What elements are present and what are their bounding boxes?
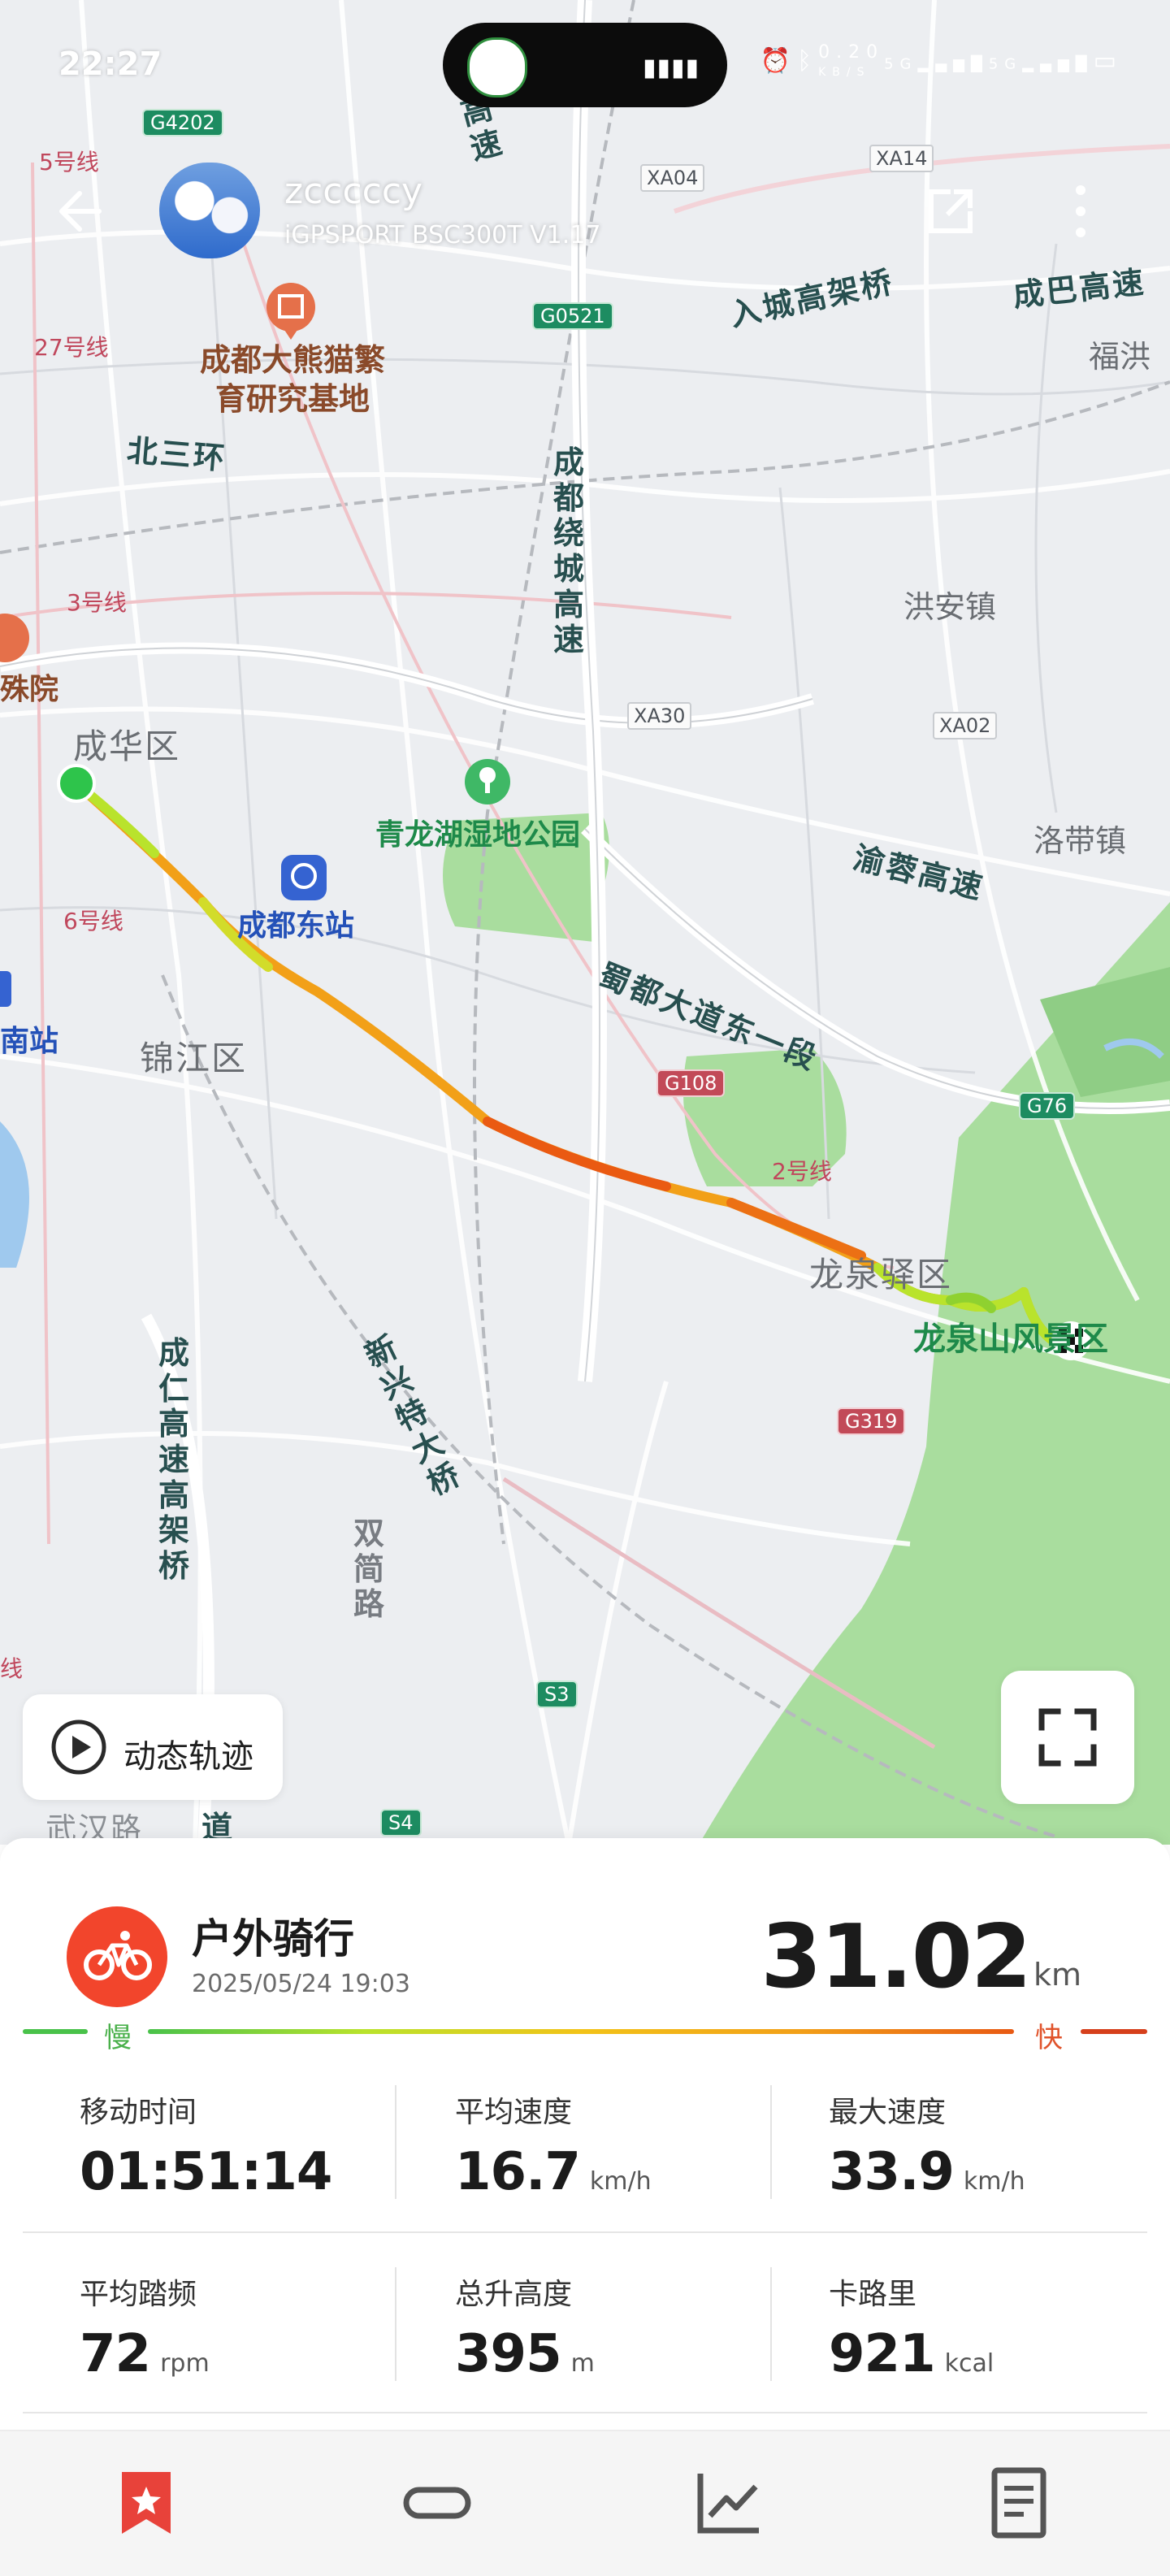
distance-unit: km bbox=[1034, 1957, 1082, 1993]
highway-shield: G76 bbox=[1019, 1092, 1076, 1120]
share-icon[interactable] bbox=[918, 179, 983, 244]
divider bbox=[395, 2085, 396, 2199]
poi-railway-station[interactable]: 成都东站 bbox=[237, 912, 354, 941]
scale-fast-label: 快 bbox=[1035, 2022, 1063, 2054]
town-label: 洛带镇 bbox=[1034, 823, 1127, 859]
road-label-vertical: 成都绕城高速 bbox=[552, 445, 584, 658]
county-road-shield: XA14 bbox=[869, 145, 934, 172]
highway-shield: G108 bbox=[656, 1069, 726, 1097]
document-icon[interactable] bbox=[978, 2462, 1060, 2543]
town-label: 洪安镇 bbox=[904, 589, 997, 625]
fullscreen-icon bbox=[1038, 1708, 1097, 1767]
stat-label: 最大速度 bbox=[829, 2096, 947, 2129]
poi-hospital-partial: 殊院 bbox=[0, 673, 59, 706]
highway-shield: G0521 bbox=[532, 302, 613, 330]
poi-panda-base[interactable]: 成都大熊猫繁育研究基地 bbox=[187, 341, 398, 418]
town-label: 福洪 bbox=[1089, 339, 1151, 375]
metro-line-label: 2号线 bbox=[772, 1158, 832, 1185]
metro-line-label: 27号线 bbox=[34, 334, 109, 361]
fullscreen-button[interactable] bbox=[1001, 1671, 1134, 1804]
replay-track-button[interactable]: 动态轨迹 bbox=[23, 1694, 283, 1800]
stat-value: 33.9 bbox=[829, 2142, 955, 2202]
stat-avg-speed: 平均速度 16.7 km/h bbox=[455, 2088, 812, 2202]
park-pin bbox=[465, 759, 510, 804]
stat-elevation-gain: 总升高度 395 m bbox=[455, 2270, 812, 2384]
stat-max-speed: 最大速度 33.9 km/h bbox=[829, 2088, 1154, 2202]
divider bbox=[23, 2231, 1147, 2233]
divider bbox=[23, 2412, 1147, 2413]
road-label: 北三环 bbox=[125, 432, 228, 477]
bookmark-icon[interactable] bbox=[106, 2462, 187, 2543]
scale-bar-slow bbox=[23, 2029, 88, 2034]
scale-bar-gradient bbox=[148, 2029, 1014, 2034]
highway-shield: G319 bbox=[837, 1407, 906, 1435]
activity-date: 2025/05/24 19:03 bbox=[192, 1970, 410, 1998]
road-label-vertical: 双简路 bbox=[353, 1516, 384, 1623]
poi-scenic-area[interactable]: 龙泉山风景区 bbox=[913, 1323, 1108, 1355]
highway-shield: S3 bbox=[536, 1680, 578, 1708]
county-road-shield: XA02 bbox=[933, 712, 998, 739]
stat-value: 16.7 bbox=[455, 2142, 581, 2202]
stat-unit: rpm bbox=[160, 2349, 210, 2378]
metro-line-label: 3号线 bbox=[67, 589, 127, 616]
back-arrow-icon[interactable] bbox=[49, 179, 114, 244]
chart-icon[interactable] bbox=[687, 2462, 769, 2543]
route-map[interactable]: 成华区 锦江区 龙泉驿区 洪安镇 洛带镇 福洪 入城高架桥 成巴高速 北三环 渝… bbox=[0, 0, 1170, 1845]
stat-value: 72 bbox=[80, 2324, 151, 2384]
stat-label: 总升高度 bbox=[455, 2278, 573, 2311]
stat-unit: km/h bbox=[963, 2167, 1025, 2196]
start-marker bbox=[57, 764, 96, 803]
stat-moving-time: 移动时间 01:51:14 bbox=[80, 2088, 437, 2202]
stat-unit: kcal bbox=[944, 2349, 994, 2378]
highway-shield: S4 bbox=[380, 1809, 422, 1837]
scale-slow-label: 慢 bbox=[104, 2022, 132, 2054]
metro-line-label: 6号线 bbox=[63, 908, 124, 935]
highway-shield: G4202 bbox=[142, 109, 223, 137]
loop-icon[interactable] bbox=[396, 2462, 478, 2543]
scale-bar-fast bbox=[1081, 2029, 1147, 2034]
username: zcccccy bbox=[284, 171, 423, 212]
district-label: 成华区 bbox=[73, 726, 181, 766]
divider bbox=[395, 2267, 396, 2381]
county-road-shield: XA04 bbox=[640, 164, 705, 192]
stat-label: 平均速度 bbox=[455, 2096, 573, 2129]
metro-line-label: 线 bbox=[0, 1655, 24, 1682]
stat-label: 卡路里 bbox=[829, 2278, 917, 2311]
poi-lake-park[interactable]: 青龙湖湿地公园 bbox=[375, 821, 580, 850]
county-road-shield: XA30 bbox=[627, 702, 692, 730]
replay-track-label: 动态轨迹 bbox=[124, 1738, 254, 1776]
stat-value: 01:51:14 bbox=[80, 2142, 332, 2202]
stat-value: 395 bbox=[455, 2324, 562, 2384]
district-label: 锦江区 bbox=[140, 1039, 248, 1078]
district-label: 龙泉驿区 bbox=[809, 1255, 953, 1295]
avatar[interactable] bbox=[159, 163, 260, 258]
stat-label: 平均踏频 bbox=[80, 2278, 197, 2311]
stat-calories: 卡路里 921 kcal bbox=[829, 2270, 1154, 2384]
stat-unit: m bbox=[570, 2349, 595, 2378]
more-options-icon[interactable] bbox=[1060, 179, 1101, 244]
device-name: iGPSPORT BSC300T V1.17 bbox=[284, 221, 601, 249]
stat-avg-cadence: 平均踏频 72 rpm bbox=[80, 2270, 437, 2384]
metro-line-label: 5号线 bbox=[39, 149, 99, 176]
divider bbox=[770, 2085, 772, 2199]
activity-type: 户外骑行 bbox=[192, 1915, 354, 1962]
stat-value: 921 bbox=[829, 2324, 936, 2384]
play-circle-icon bbox=[51, 1720, 106, 1775]
station-partial-label: 南站 bbox=[0, 1025, 59, 1058]
stat-label: 移动时间 bbox=[80, 2096, 197, 2129]
divider bbox=[770, 2267, 772, 2381]
station-pin bbox=[281, 855, 327, 900]
bottom-nav bbox=[0, 2430, 1170, 2576]
hospital-pin bbox=[0, 614, 29, 662]
cycling-icon bbox=[67, 1906, 167, 2007]
total-distance: 31.02 bbox=[760, 1906, 1032, 2008]
stat-unit: km/h bbox=[589, 2167, 652, 2196]
road-label-vertical: 成仁高速高架桥 bbox=[158, 1335, 189, 1585]
